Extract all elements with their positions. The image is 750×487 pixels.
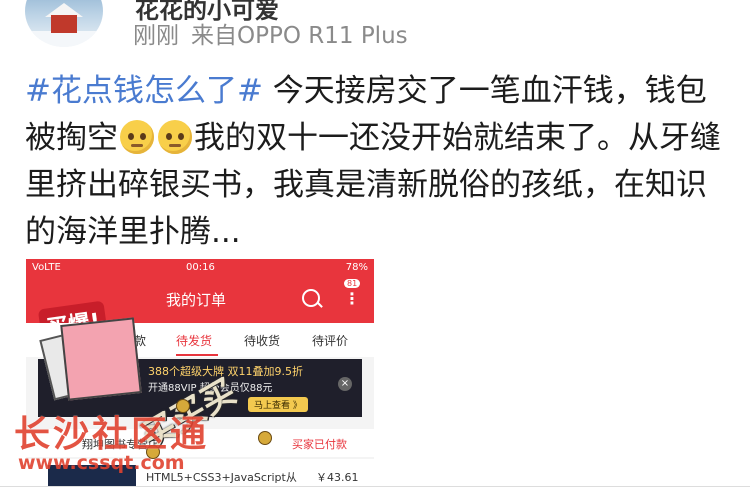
post-body: #花点钱怎么了# 今天接房交了一笔血汗钱，钱包被掏空 我的双十一还没开始就结束了。… — [25, 68, 725, 256]
avatar-snow — [25, 31, 103, 47]
page-title: 我的订单 — [166, 291, 227, 309]
more-icon: ⋮ — [344, 289, 360, 308]
user-avatar[interactable] — [25, 0, 103, 47]
phone-clock: 00:16 — [186, 262, 215, 273]
banner-cta: 马上查看 》 — [248, 397, 308, 412]
close-icon: × — [338, 377, 352, 391]
post-source[interactable]: 来自OPPO R11 Plus — [191, 23, 408, 49]
sad-emoji-icon — [158, 120, 192, 154]
post-time: 刚刚 — [133, 23, 179, 49]
post-header: 花花的小可爱 刚刚 来自OPPO R11 Plus — [0, 0, 750, 60]
item-price: ￥43.61 — [316, 471, 359, 484]
tab-pending-review: 待评价 — [312, 334, 349, 348]
active-tab-underline — [176, 354, 218, 356]
avatar-house — [51, 15, 77, 33]
network-status: VoLTE — [32, 262, 61, 273]
hashtag-link[interactable]: #花点钱怎么了# — [25, 73, 263, 109]
shopping-bag-icon — [60, 317, 142, 401]
search-icon — [302, 289, 320, 307]
phone-status-bar: VoLTE 00:16 78% — [26, 259, 374, 277]
order-status: 买家已付款 — [292, 438, 347, 451]
site-watermark-url: www.cssqt.com — [18, 452, 185, 474]
tab-pending-receipt: 待收货 — [244, 334, 281, 348]
message-badge: 81 — [344, 279, 361, 288]
tab-pending-shipment: 待发货 — [176, 334, 213, 348]
app-header: 买爆! 我的订单 81 ⋮ — [26, 277, 374, 346]
site-watermark: 长沙社区通 — [14, 414, 210, 455]
post-meta: 刚刚 来自OPPO R11 Plus — [133, 16, 408, 50]
coin-icon — [258, 431, 272, 445]
sad-emoji-icon — [120, 120, 154, 154]
battery-level: 78% — [345, 262, 368, 273]
